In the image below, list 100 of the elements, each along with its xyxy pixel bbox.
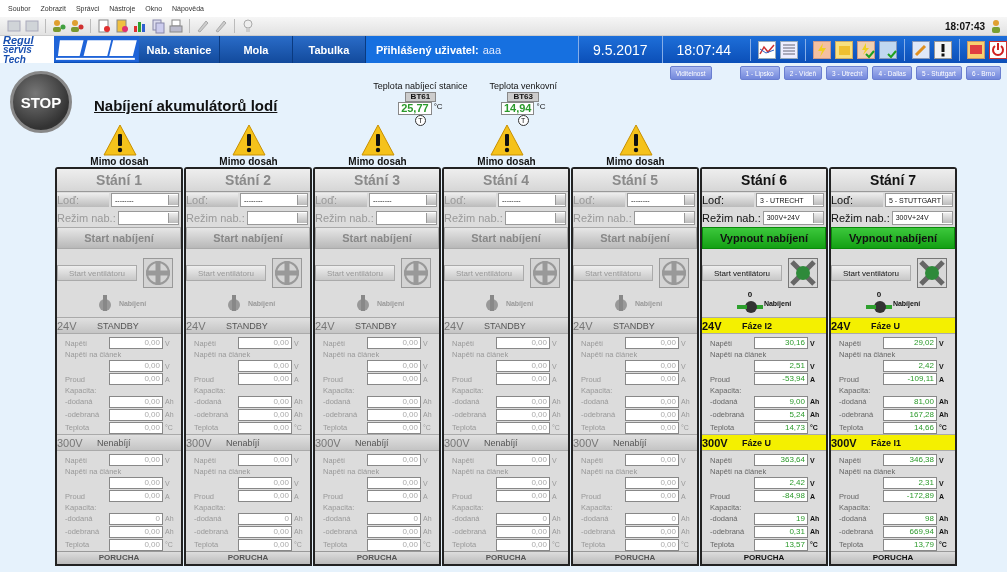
value-field: 2,42: [883, 360, 937, 373]
date-text: 9.5.2017: [578, 36, 662, 63]
fault-indicator: PORUCHA: [573, 551, 697, 564]
ship-label: Loď:: [315, 193, 367, 207]
value-field: 0,00: [496, 337, 550, 350]
voltage-label: 300V: [702, 436, 729, 449]
status-label: Nenabíjí: [226, 437, 260, 448]
time-text: 18:07:44: [661, 36, 745, 63]
mode-select[interactable]: [633, 210, 695, 225]
warning-icon: [102, 124, 137, 156]
voltage-label: 24V: [444, 319, 465, 332]
value-field: 346,38: [883, 454, 937, 467]
value-field: 0,00: [367, 538, 421, 551]
document-icon[interactable]: [150, 18, 166, 34]
sensor-value: 14,94: [500, 102, 535, 115]
mode-label: Režim nab.:: [831, 211, 890, 224]
mode-select[interactable]: [375, 210, 437, 225]
value-field: 0,00: [109, 490, 163, 503]
status-label: STANDBY: [484, 320, 526, 331]
value-field: 0,00: [238, 538, 292, 551]
value-field: 0,00: [238, 490, 292, 503]
voltage-label: 24V: [186, 319, 207, 332]
warning-icon: [489, 124, 524, 156]
unit-text: °C: [536, 102, 546, 111]
charge-button[interactable]: Vypnout nabíjení: [831, 227, 955, 249]
document-icon[interactable]: [114, 18, 130, 34]
nav-tab[interactable]: Mola: [219, 36, 293, 63]
exclamation-icon[interactable]: [934, 40, 952, 59]
status-label: Fáze I2: [742, 320, 772, 331]
stop-button[interactable]: STOP: [10, 71, 72, 133]
value-field: 0,00: [238, 408, 292, 421]
printer-icon[interactable]: [168, 18, 184, 34]
ship-label: Loď:: [57, 193, 109, 207]
status-label: Fáze U: [742, 437, 771, 448]
value-field: 0,00: [625, 421, 679, 434]
value-field: 0,00: [625, 490, 679, 503]
status-label: STANDBY: [613, 320, 655, 331]
fan-icon: [917, 258, 947, 288]
fault-indicator: PORUCHA: [831, 551, 955, 564]
check-icon[interactable]: [879, 40, 897, 59]
value-field: -109,11: [883, 373, 937, 386]
value-field: 0,00: [625, 408, 679, 421]
fault-indicator: PORUCHA: [702, 551, 826, 564]
value-field: 0,00: [367, 525, 421, 538]
value-field: 0,00: [367, 454, 421, 467]
voltage-label: 300V: [831, 436, 858, 449]
voltage-label: 300V: [573, 436, 600, 449]
value-field: 0,00: [238, 395, 292, 408]
charge-button[interactable]: Vypnout nabíjení: [702, 227, 826, 249]
station-title: Stání 4: [444, 169, 568, 192]
value-field: 0,00: [496, 454, 550, 467]
document-icon[interactable]: [96, 18, 112, 34]
station-title: Stání 2: [186, 169, 310, 192]
value-field: 0,00: [367, 395, 421, 408]
lightning-check-icon[interactable]: [857, 40, 875, 59]
value-field: 0,00: [367, 373, 421, 386]
value-field: 2,42: [754, 477, 808, 490]
value-field: 0,00: [238, 337, 292, 350]
value-field: 0,00: [109, 454, 163, 467]
value-field: 0,00: [625, 525, 679, 538]
value-field: 0,00: [109, 525, 163, 538]
nav-tab[interactable]: Tabulka: [292, 36, 366, 63]
power-icon[interactable]: [989, 40, 1007, 59]
person-icon[interactable]: [69, 18, 85, 34]
fan-icon: [530, 258, 560, 288]
fault-indicator: PORUCHA: [186, 551, 310, 564]
mode-select[interactable]: [246, 210, 308, 225]
value-field: 9,00: [754, 395, 808, 408]
fault-indicator: PORUCHA: [57, 551, 181, 564]
status-label: Nenabíjí: [355, 437, 389, 448]
mode-select[interactable]: [504, 210, 566, 225]
value-field: 0: [238, 512, 292, 525]
knob-mark: 0: [747, 291, 753, 299]
warning-text: Mimo dosah: [477, 156, 536, 167]
lightning-icon[interactable]: [813, 40, 831, 59]
list-icon[interactable]: [780, 40, 798, 59]
sensor-label: Teplota nabíjecí stanice: [373, 81, 468, 91]
value-field: 0,00: [109, 373, 163, 386]
lightbulb-icon[interactable]: [240, 18, 256, 34]
value-field: 0,00: [367, 477, 421, 490]
ship-label: Loď:: [573, 193, 625, 207]
value-field: 0,00: [109, 360, 163, 373]
nav-tab[interactable]: Nab. stanice: [139, 36, 220, 63]
person-icon[interactable]: [51, 18, 67, 34]
fan-button[interactable]: Start ventilátoru: [702, 265, 782, 281]
fan-button[interactable]: Start ventilátoru: [831, 265, 911, 281]
window-icon[interactable]: [967, 40, 985, 59]
voltage-label: 24V: [315, 319, 336, 332]
status-label: Nenabíjí: [484, 437, 518, 448]
ship-label: Loď:: [702, 193, 754, 207]
value-field: 0,00: [367, 360, 421, 373]
value-field: 0,00: [496, 525, 550, 538]
value-field: -172,89: [883, 490, 937, 503]
mode-select[interactable]: [117, 210, 179, 225]
value-field: 0,00: [238, 421, 292, 434]
knob-mark: 0: [876, 291, 882, 299]
line-chart-icon[interactable]: [758, 40, 776, 59]
mode-label: Režim nab.:: [444, 211, 503, 224]
voltage-label: 300V: [186, 436, 213, 449]
voltage-label: 300V: [444, 436, 471, 449]
